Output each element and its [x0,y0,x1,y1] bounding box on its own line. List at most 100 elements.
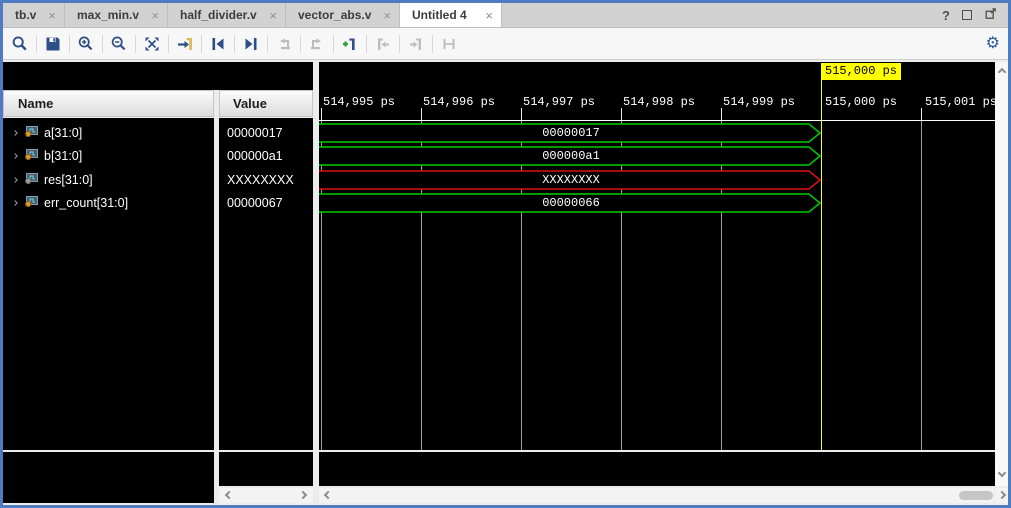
tab-label: tb.v [15,8,36,22]
value-header-label: Value [233,96,267,111]
go-to-cursor-button[interactable] [172,31,198,57]
next-transition-button[interactable] [238,31,264,57]
signal-name-label: res[31:0] [44,173,93,187]
axis-tick [921,108,922,120]
signal-value-panel: 00000017 000000a1 XXXXXXXX 00000067 [219,118,313,450]
scrollbar-corner[interactable] [995,488,1011,503]
wave-toolbar: ⚙ [3,28,1008,60]
move-cursor-button[interactable] [304,31,330,57]
tab-untitled-4[interactable]: Untitled 4 × [400,3,502,27]
zoom-fit-button[interactable] [139,31,165,57]
tab-label: max_min.v [77,8,139,22]
window-controls: ? [942,3,1008,27]
zoom-in-button[interactable] [73,31,99,57]
toolbar-separator [333,35,334,53]
tab-label: vector_abs.v [298,8,371,22]
wave-bus-value: 000000a1 [319,146,823,166]
signal-name-label: a[31:0] [44,126,82,140]
axis-tick [321,108,322,120]
toolbar-separator [135,35,136,53]
next-marker-button[interactable] [403,31,429,57]
axis-tick-label: 515,000 ps [825,95,897,109]
bus-signal-icon [25,173,38,187]
tab-tb-v[interactable]: tb.v × [3,3,65,27]
axis-tick-label: 514,998 ps [623,95,695,109]
toolbar-separator [36,35,37,53]
signal-value-err-count[interactable]: 00000067 [219,191,313,214]
help-icon[interactable]: ? [942,8,950,23]
wave-bus-value: XXXXXXXX [319,170,823,190]
time-cursor-line[interactable] [821,79,822,450]
name-header-label: Name [18,96,53,111]
axis-tick-label: 515,001 ps [925,95,995,109]
toolbar-separator [102,35,103,53]
signal-row-b[interactable]: b[31:0] [3,144,214,167]
wave-bus-err-count: 00000066 [319,193,823,213]
swap-cursor-button[interactable] [271,31,297,57]
scroll-up-icon[interactable] [998,68,1006,76]
signal-row-res[interactable]: res[31:0] [3,168,214,191]
waveform-lower [319,452,995,486]
close-icon[interactable]: × [48,9,56,22]
tab-vector-abs-v[interactable]: vector_abs.v × [286,3,400,27]
expand-chevron-icon[interactable] [12,200,18,206]
signal-value-a[interactable]: 00000017 [219,121,313,144]
settings-gear-icon[interactable]: ⚙ [986,36,1000,52]
waveform-canvas[interactable]: 514,995 ps 514,996 ps 514,997 ps 514,998… [319,62,995,450]
find-button[interactable] [7,31,33,57]
tab-max-min-v[interactable]: max_min.v × [65,3,168,27]
value-label: 00000067 [227,196,283,210]
wave-bus-a: 00000017 [319,123,823,143]
toolbar-separator [69,35,70,53]
zoom-out-button[interactable] [106,31,132,57]
axis-tick [621,108,622,120]
axis-tick-label: 514,997 ps [523,95,595,109]
name-panel-lower [3,452,214,503]
close-icon[interactable]: × [151,9,159,22]
value-column-header[interactable]: Value [219,90,313,117]
scroll-right-icon[interactable] [998,491,1006,499]
time-cursor-label[interactable]: 515,000 ps [821,63,901,80]
signal-row-a[interactable]: a[31:0] [3,121,214,144]
expand-chevron-icon[interactable] [12,130,18,136]
maximize-icon[interactable] [962,10,972,20]
toolbar-separator [366,35,367,53]
horizontal-scroll-thumb[interactable] [959,491,993,500]
signal-row-err-count[interactable]: err_count[31:0] [3,191,214,214]
scroll-right-icon[interactable] [299,491,307,499]
signal-name-panel: a[31:0] b[31:0] res[31:0] err_count[31:0… [3,118,214,450]
toolbar-separator [168,35,169,53]
add-marker-button[interactable] [337,31,363,57]
wave-bus-b: 000000a1 [319,146,823,166]
bus-signal-icon [25,149,38,163]
value-label: 000000a1 [227,149,283,163]
name-column-header[interactable]: Name [3,90,214,117]
wave-vertical-scrollbar[interactable] [995,62,1011,486]
value-horizontal-scrollbar[interactable] [219,488,313,503]
float-window-icon[interactable] [984,6,998,25]
previous-marker-button[interactable] [370,31,396,57]
expand-chevron-icon[interactable] [12,177,18,183]
save-button[interactable] [40,31,66,57]
previous-transition-button[interactable] [205,31,231,57]
bus-signal-icon [25,196,38,210]
close-icon[interactable]: × [269,9,277,22]
close-icon[interactable]: × [485,9,493,22]
axis-tick-label: 514,999 ps [723,95,795,109]
scroll-left-icon[interactable] [324,491,332,499]
close-icon[interactable]: × [383,9,391,22]
span-markers-button[interactable] [436,31,462,57]
toolbar-separator [300,35,301,53]
signal-value-b[interactable]: 000000a1 [219,144,313,167]
signal-value-res[interactable]: XXXXXXXX [219,168,313,191]
axis-tick [421,108,422,120]
tab-label: Untitled 4 [412,8,467,22]
wave-bus-value: 00000017 [319,123,823,143]
toolbar-separator [267,35,268,53]
tab-half-divider-v[interactable]: half_divider.v × [168,3,286,27]
wave-horizontal-scrollbar[interactable] [319,488,994,503]
scroll-down-icon[interactable] [998,469,1006,477]
expand-chevron-icon[interactable] [12,153,18,159]
axis-tick-label: 514,995 ps [323,95,395,109]
scroll-left-icon[interactable] [225,491,233,499]
